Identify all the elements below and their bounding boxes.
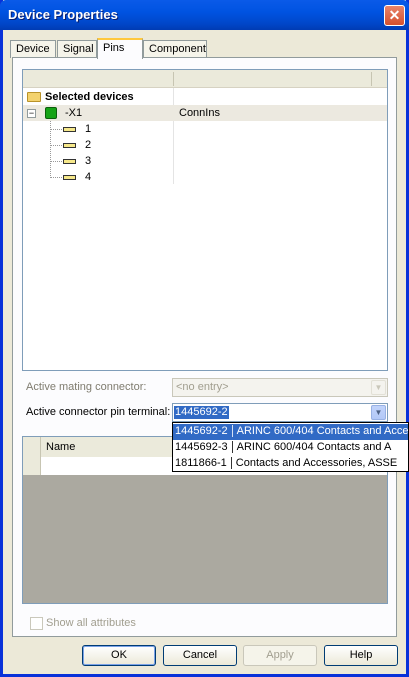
help-button[interactable]: Help — [324, 645, 398, 666]
device-value: ConnIns — [179, 107, 220, 119]
collapse-icon[interactable]: − — [27, 109, 36, 118]
tree-root-row[interactable]: Selected devices — [23, 89, 387, 105]
window-title: Device Properties — [8, 7, 118, 22]
pin-icon — [63, 143, 76, 148]
close-button[interactable]: ✕ — [384, 5, 405, 26]
pin-label: 2 — [85, 139, 92, 151]
dropdown-option[interactable]: 1811866-1 Contacts and Accessories, ASSE — [173, 456, 408, 471]
dropdown-option[interactable]: 1445692-3 ARINC 600/404 Contacts and A — [173, 440, 408, 456]
pin-icon — [63, 159, 76, 164]
pin-terminal-label: Active connector pin terminal: — [26, 406, 171, 418]
tab-pins[interactable]: Pins — [97, 38, 143, 59]
pin-icon — [63, 127, 76, 132]
mating-connector-label: Active mating connector: — [26, 381, 147, 393]
mating-connector-select[interactable]: <no entry> ▼ — [172, 378, 388, 397]
folder-icon — [27, 92, 41, 102]
pin-label: 3 — [85, 155, 92, 167]
tab-signal[interactable]: Signal — [57, 40, 97, 58]
checkbox-label: Show all attributes — [46, 617, 136, 629]
connector-icon — [45, 107, 57, 119]
chevron-down-icon[interactable]: ▼ — [371, 380, 386, 395]
apply-button[interactable]: Apply — [243, 645, 317, 666]
pin-terminal-dropdown-list[interactable]: 1445692-2 ARINC 600/404 Contacts and Acce… — [172, 422, 409, 472]
tab-device[interactable]: Device — [10, 40, 56, 58]
tree-header — [23, 70, 387, 88]
pin-icon — [63, 175, 76, 180]
cancel-button[interactable]: Cancel — [163, 645, 237, 666]
ok-button[interactable]: OK — [82, 645, 156, 666]
device-name: -X1 — [65, 107, 83, 119]
close-icon: ✕ — [388, 7, 401, 23]
tab-component[interactable]: Component — [143, 40, 207, 58]
pin-label: 4 — [85, 171, 92, 183]
checkbox-box[interactable] — [30, 617, 43, 630]
pin-label: 1 — [85, 123, 92, 135]
chevron-down-icon[interactable]: ▼ — [371, 405, 386, 420]
pin-row-3[interactable]: 3 — [23, 153, 173, 169]
title-bar: Device Properties ✕ — [0, 0, 409, 30]
pin-row-2[interactable]: 2 — [23, 137, 173, 153]
tree-root-label: Selected devices — [45, 91, 134, 103]
pin-row-4[interactable]: 4 — [23, 169, 173, 185]
pin-terminal-select[interactable]: 1445692-2 ▼ — [172, 403, 388, 422]
tree-device-row[interactable]: − -X1 ConnIns — [23, 105, 387, 121]
pin-row-1[interactable]: 1 — [23, 121, 173, 137]
pins-tree[interactable]: Selected devices − -X1 ConnIns 1 2 3 4 — [22, 69, 388, 371]
dropdown-option[interactable]: 1445692-2 ARINC 600/404 Contacts and Acce — [173, 424, 408, 440]
